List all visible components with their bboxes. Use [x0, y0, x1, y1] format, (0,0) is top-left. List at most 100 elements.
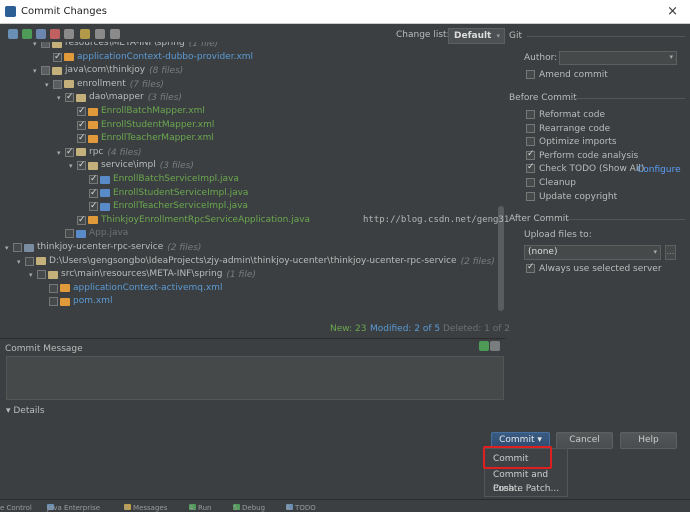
- include-checkbox[interactable]: [41, 42, 50, 48]
- tree-row[interactable]: ▾ java\com\thinkjoy (8 files): [33, 64, 183, 77]
- before-commit-option[interactable]: Check TODO (Show All): [526, 162, 644, 174]
- details-toggle[interactable]: ▾ Details: [6, 406, 45, 416]
- expand-arrow-icon[interactable]: ▾: [57, 147, 65, 160]
- checkbox[interactable]: [526, 191, 535, 201]
- include-checkbox[interactable]: [49, 297, 58, 307]
- include-checkbox[interactable]: [53, 51, 62, 64]
- checkbox[interactable]: [526, 137, 535, 147]
- menu-item-create-patch[interactable]: Create Patch...: [493, 482, 559, 496]
- checkbox[interactable]: [526, 162, 535, 174]
- include-checkbox[interactable]: [77, 119, 86, 132]
- before-commit-option[interactable]: Cleanup: [526, 178, 576, 188]
- tree-row[interactable]: ▾ D:\Users\gengsongbo\IdeaProjects\zjy-ad…: [17, 255, 495, 268]
- expand-arrow-icon[interactable]: ▾: [5, 242, 13, 255]
- revert-icon[interactable]: [50, 29, 60, 39]
- before-commit-option[interactable]: Reformat code: [526, 110, 605, 120]
- expand-arrow-icon[interactable]: ▾: [57, 92, 65, 105]
- tree-row[interactable]: EnrollStudentServiceImpl.java: [81, 187, 252, 200]
- tree-row[interactable]: ▾ src\main\resources\META-INF\spring (1 fi…: [29, 268, 256, 281]
- changes-tree[interactable]: ▾resources\META-INF\spring(1 file)applic…: [3, 42, 497, 317]
- always-use-server-checkbox[interactable]: Always use selected server: [526, 262, 662, 274]
- file-count: (1 file): [226, 270, 256, 281]
- collapse-all-icon[interactable]: [110, 29, 120, 39]
- expand-arrow-icon[interactable]: ▾: [17, 256, 25, 269]
- tree-row[interactable]: ▾ dao\mapper(3 files): [57, 91, 182, 104]
- before-commit-option[interactable]: Rearrange code: [526, 123, 610, 134]
- tree-row[interactable]: ThinkjoyEnrollmentRpcServiceApplication.…: [69, 214, 314, 227]
- include-checkbox[interactable]: [37, 270, 46, 280]
- expand-all-icon[interactable]: [95, 29, 105, 39]
- before-commit-option[interactable]: Perform code analysis: [526, 149, 638, 161]
- tree-row[interactable]: EnrollStudentMapper.xml: [69, 119, 218, 132]
- upload-browse-button[interactable]: ...: [665, 245, 676, 260]
- tree-row[interactable]: App.java: [57, 227, 132, 240]
- amend-commit-checkbox[interactable]: Amend commit: [526, 70, 608, 80]
- include-checkbox[interactable]: [65, 91, 74, 104]
- expand-arrow-icon[interactable]: ▾: [33, 65, 41, 78]
- tree-row[interactable]: ▾ service\impl(3 files): [69, 159, 194, 172]
- include-checkbox[interactable]: [49, 283, 58, 293]
- upload-server-select[interactable]: (none) ▾: [524, 245, 661, 260]
- chevron-down-icon: ▾: [496, 32, 500, 40]
- tree-row[interactable]: EnrollBatchServiceImpl.java: [81, 173, 243, 186]
- tree-row[interactable]: ▾ enrollment (7 files): [45, 78, 164, 91]
- history-icon[interactable]: [490, 341, 500, 351]
- include-checkbox[interactable]: [77, 159, 86, 172]
- include-checkbox[interactable]: [77, 105, 86, 118]
- expand-arrow-icon[interactable]: ▾: [45, 79, 53, 92]
- checkbox[interactable]: [526, 178, 535, 187]
- tree-row[interactable]: EnrollTeacherMapper.xml: [69, 132, 218, 145]
- close-button[interactable]: ×: [667, 4, 678, 19]
- configure-link[interactable]: Configure: [637, 165, 681, 175]
- checkbox[interactable]: [526, 149, 535, 160]
- watermark: http://blog.csdn.net/geng31: [363, 215, 510, 225]
- xml-icon: [60, 284, 70, 293]
- tree-item-label: EnrollStudentServiceImpl.java: [113, 187, 249, 198]
- include-checkbox[interactable]: [65, 229, 74, 239]
- tree-item-label: EnrollStudentMapper.xml: [101, 119, 215, 130]
- checkbox[interactable]: [526, 262, 535, 273]
- edit-source-icon[interactable]: [64, 29, 74, 39]
- include-checkbox[interactable]: [65, 146, 74, 159]
- include-checkbox[interactable]: [89, 200, 98, 213]
- menu-item-commit-and-push[interactable]: Commit and Push...: [493, 468, 567, 494]
- checkbox[interactable]: [526, 123, 535, 133]
- include-checkbox[interactable]: [25, 256, 34, 266]
- java-icon: [100, 175, 110, 184]
- checkbox[interactable]: [526, 70, 535, 79]
- include-checkbox[interactable]: [53, 79, 62, 89]
- expand-arrow-icon[interactable]: ▾: [69, 160, 77, 173]
- tree-row[interactable]: applicationContext-activemq.xml: [41, 282, 226, 295]
- tree-row[interactable]: ▾ resources\META-INF\spring (1 file): [33, 42, 218, 50]
- expand-arrow-icon[interactable]: ▾: [33, 42, 41, 51]
- tree-item-label: rpc: [89, 146, 104, 157]
- before-commit-option[interactable]: Update copyright: [526, 191, 617, 202]
- include-checkbox[interactable]: [89, 187, 98, 200]
- refresh-icon[interactable]: [22, 29, 32, 39]
- folder-icon: [88, 161, 98, 170]
- commit-message-input[interactable]: [6, 356, 504, 400]
- commit-template-icon[interactable]: [479, 341, 489, 351]
- tree-row[interactable]: pom.xml: [41, 295, 116, 308]
- include-checkbox[interactable]: [77, 214, 86, 227]
- tree-row[interactable]: applicationContext-dubbo-provider.xml: [45, 51, 257, 64]
- tree-row[interactable]: ▾ rpc(4 files): [57, 146, 142, 159]
- include-checkbox[interactable]: [41, 66, 50, 76]
- checkbox[interactable]: [526, 110, 535, 119]
- diff-icon[interactable]: [8, 29, 18, 39]
- tree-item-label: applicationContext-dubbo-provider.xml: [77, 51, 254, 62]
- tree-row[interactable]: EnrollBatchMapper.xml: [69, 105, 209, 118]
- group-by-directory-icon[interactable]: [80, 29, 90, 39]
- include-checkbox[interactable]: [89, 173, 98, 186]
- rollback-icon[interactable]: [36, 29, 46, 39]
- expand-arrow-icon[interactable]: ▾: [29, 269, 37, 282]
- author-input[interactable]: ▾: [559, 51, 677, 65]
- before-commit-option[interactable]: Optimize imports: [526, 137, 617, 147]
- help-button[interactable]: Help: [620, 432, 677, 449]
- file-count: (2 files): [460, 256, 495, 267]
- tree-row[interactable]: ▾ thinkjoy-ucenter-rpc-service (2 files): [5, 241, 201, 254]
- cancel-button[interactable]: Cancel: [556, 432, 613, 449]
- include-checkbox[interactable]: [77, 132, 86, 145]
- tree-row[interactable]: EnrollTeacherServiceImpl.java: [81, 200, 252, 213]
- include-checkbox[interactable]: [13, 243, 22, 252]
